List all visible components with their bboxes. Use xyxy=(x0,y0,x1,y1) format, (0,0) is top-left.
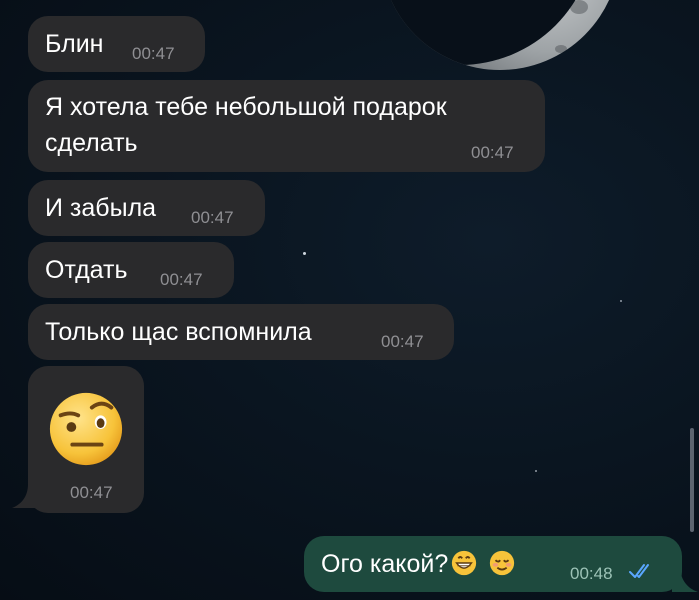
outgoing-message-bubble[interactable]: Ого какой? 00:48 xyxy=(304,536,682,592)
message-time: 00:47 xyxy=(132,44,175,63)
face-with-raised-eyebrow-icon xyxy=(49,392,123,466)
message-text: Отдать xyxy=(45,256,128,284)
scrollbar[interactable] xyxy=(690,428,694,532)
star xyxy=(620,300,622,302)
message-text: Блин xyxy=(45,30,104,58)
message-bubble[interactable]: Я хотела тебе небольшой подарок сделать … xyxy=(28,80,545,172)
message-bubble[interactable]: И забыла 00:47 xyxy=(28,180,265,236)
grinning-face-icon xyxy=(452,550,477,576)
message-text: И забыла xyxy=(45,194,157,222)
message-bubble[interactable]: Отдать 00:47 xyxy=(28,242,234,298)
message-time: 00:47 xyxy=(160,270,203,289)
moon-background xyxy=(380,0,620,70)
message-time: 00:47 xyxy=(191,208,234,227)
message-time: 00:47 xyxy=(471,143,514,162)
outgoing-text: Ого какой? xyxy=(321,550,449,578)
bubble-tail-icon xyxy=(672,566,698,592)
message-text: Ого какой? xyxy=(321,547,516,581)
smiling-face-icon xyxy=(490,550,515,576)
message-bubble[interactable]: Только щас вспомнила 00:47 xyxy=(28,304,454,360)
bubble-tail-icon xyxy=(12,484,36,508)
message-time: 00:47 xyxy=(70,483,113,502)
message-time: 00:47 xyxy=(381,332,424,351)
chat-view: Блин 00:47 Я хотела тебе небольшой подар… xyxy=(0,0,699,600)
star xyxy=(303,252,306,255)
message-time: 00:48 xyxy=(570,564,613,583)
double-check-icon xyxy=(629,564,649,578)
star xyxy=(535,470,537,472)
message-text: Я хотела тебе небольшой подарок xyxy=(45,93,447,121)
message-bubble[interactable]: Блин 00:47 xyxy=(28,16,205,72)
message-text: сделать xyxy=(45,129,138,157)
message-text: Только щас вспомнила xyxy=(45,318,312,346)
